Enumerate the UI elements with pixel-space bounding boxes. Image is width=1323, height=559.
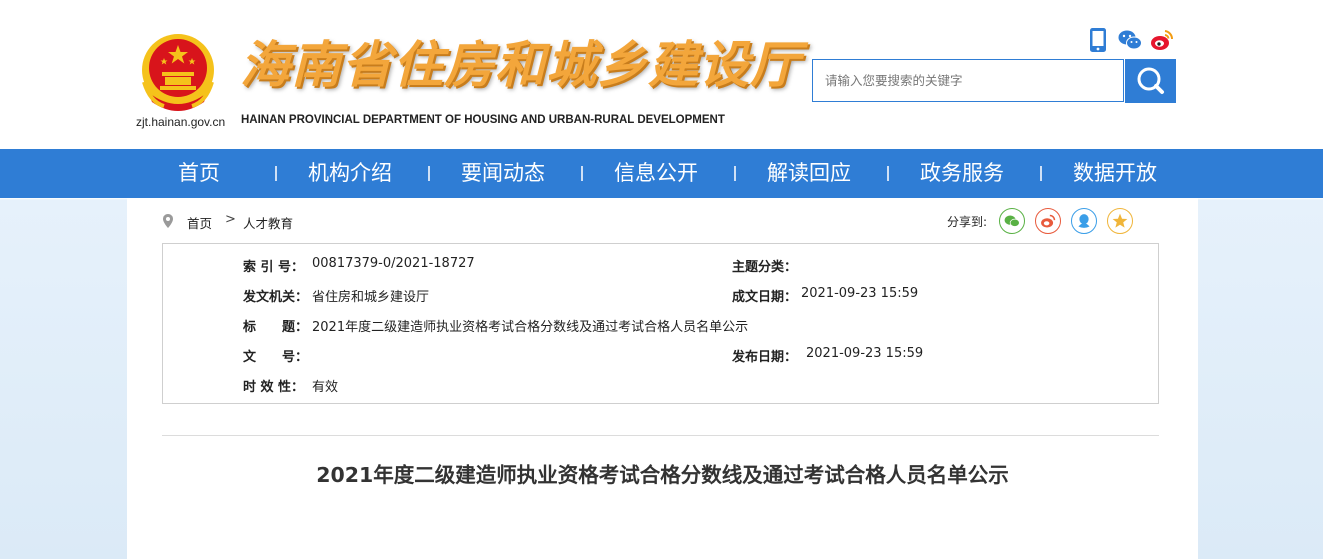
share-qq-icon[interactable] xyxy=(1071,208,1097,234)
meta-published-label: 发布日期： xyxy=(732,350,798,365)
nav-separator xyxy=(581,166,583,181)
meta-published-value: 2021-09-23 15:59 xyxy=(806,346,924,361)
site-title[interactable]: 海南省住房和城乡建设厅 xyxy=(240,40,801,90)
divider xyxy=(162,435,1159,436)
nav-separator xyxy=(887,166,889,181)
top-icons xyxy=(1086,28,1178,52)
nav-separator xyxy=(1040,166,1042,181)
share-qzone-icon[interactable] xyxy=(1107,208,1133,234)
share-label: 分享到: xyxy=(947,215,988,229)
meta-title-value: 2021年度二级建造师执业资格考试合格分数线及通过考试合格人员名单公示 xyxy=(312,320,749,335)
meta-created-value: 2021-09-23 15:59 xyxy=(801,286,919,301)
meta-docno-label: 文 号： xyxy=(243,350,309,365)
nav-item-interpretation[interactable]: 解读回应 xyxy=(767,149,851,198)
meta-title-label: 标 题： xyxy=(243,320,309,335)
share-weibo-icon[interactable] xyxy=(1035,208,1061,234)
weibo-icon[interactable] xyxy=(1150,28,1174,52)
article-title: 2021年度二级建造师执业资格考试合格分数线及通过考试合格人员名单公示 xyxy=(316,463,1009,487)
wechat-icon[interactable] xyxy=(1118,28,1142,52)
site-domain: zjt.hainan.gov.cn xyxy=(136,115,226,129)
nav-separator xyxy=(275,166,277,181)
nav-separator xyxy=(734,166,736,181)
location-pin-icon xyxy=(163,214,173,228)
meta-issuer-value: 省住房和城乡建设厅 xyxy=(312,290,430,305)
breadcrumb-separator: > xyxy=(225,212,236,227)
search-box xyxy=(812,59,1124,102)
search-button[interactable] xyxy=(1125,59,1176,103)
meta-validity-value: 有效 xyxy=(312,380,339,395)
meta-index-label: 索 引 号： xyxy=(243,260,305,275)
mobile-icon[interactable] xyxy=(1086,28,1110,52)
meta-topic-label: 主题分类： xyxy=(732,260,798,275)
site-subtitle: HAINAN PROVINCIAL DEPARTMENT OF HOUSING … xyxy=(241,114,725,126)
search-input[interactable] xyxy=(813,60,1123,101)
meta-index-value: 00817379-0/2021-18727 xyxy=(312,256,475,271)
nav-separator xyxy=(428,166,430,181)
share-wechat-icon[interactable] xyxy=(999,208,1025,234)
nav-item-home[interactable]: 首页 xyxy=(178,149,220,198)
main-nav: 首页 机构介绍 要闻动态 信息公开 解读回应 政务服务 数据开放 xyxy=(0,149,1323,198)
site-header: zjt.hainan.gov.cn 海南省住房和城乡建设厅 HAINAN PRO… xyxy=(0,0,1323,149)
national-emblem-icon xyxy=(142,34,214,111)
meta-validity-label: 时 效 性： xyxy=(243,380,305,395)
nav-item-open-data[interactable]: 数据开放 xyxy=(1073,149,1157,198)
search-icon xyxy=(1137,67,1164,94)
nav-item-institution[interactable]: 机构介绍 xyxy=(308,149,392,198)
breadcrumb-current[interactable]: 人才教育 xyxy=(243,213,293,232)
meta-issuer-label: 发文机关： xyxy=(243,290,309,305)
nav-item-info-disclosure[interactable]: 信息公开 xyxy=(614,149,698,198)
meta-created-label: 成文日期： xyxy=(732,290,798,305)
nav-item-news[interactable]: 要闻动态 xyxy=(461,149,545,198)
breadcrumb-home[interactable]: 首页 xyxy=(187,213,212,232)
nav-item-gov-services[interactable]: 政务服务 xyxy=(920,149,1004,198)
